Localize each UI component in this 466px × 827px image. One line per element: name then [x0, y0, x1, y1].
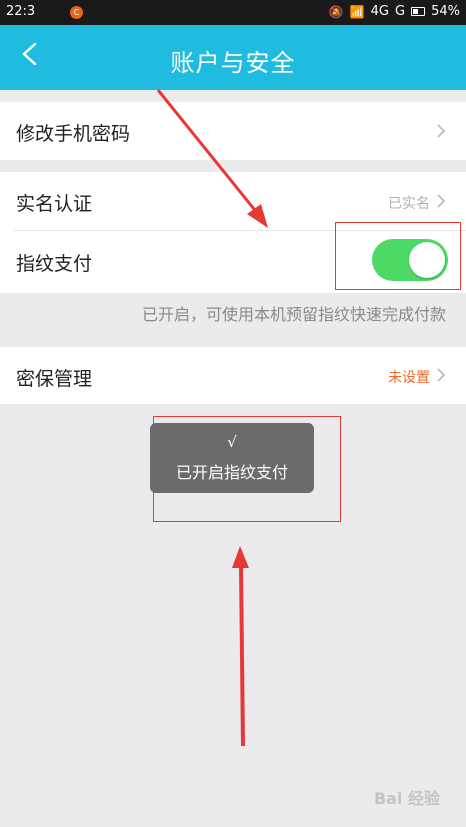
chevron-right-icon: [437, 368, 446, 382]
wifi-icon: 📶: [349, 4, 365, 19]
network-label-4g: 4G: [370, 4, 390, 19]
chevron-right-icon: [437, 194, 446, 208]
battery-level: 54%: [431, 4, 460, 19]
security-question-label: 密保管理: [16, 368, 93, 390]
highlight-box-toggle: [335, 222, 461, 290]
security-question-status: 未设置: [388, 370, 430, 386]
page-title: 账户与安全: [170, 49, 296, 77]
change-password-row[interactable]: 修改手机密码: [0, 102, 466, 160]
status-icons: 🔕 📶 4G G 54%: [329, 4, 460, 19]
status-bar: 22:3 C 🔕 📶 4G G 54%: [0, 0, 466, 25]
realname-label: 实名认证: [16, 193, 93, 215]
app-notification-icon: C: [70, 6, 83, 19]
highlight-box-toast: [153, 416, 341, 522]
realname-status: 已实名: [388, 196, 430, 212]
arrow-line-lower: [239, 564, 245, 747]
arrow-head-lower: [232, 546, 249, 568]
change-password-label: 修改手机密码: [16, 123, 131, 145]
header-bar: 账户与安全: [0, 25, 466, 90]
battery-icon: [411, 7, 426, 16]
network-label-g: G: [395, 4, 406, 19]
watermark-logo: Bai 经验: [373, 789, 440, 808]
chevron-right-icon: [437, 124, 446, 138]
fingerprint-label: 指纹支付: [16, 253, 93, 275]
status-time: 22:3: [6, 4, 36, 19]
security-question-row[interactable]: 密保管理 未设置: [0, 347, 466, 404]
fingerprint-hint: 已开启，可使用本机预留指纹快速完成付款: [141, 305, 446, 324]
mute-icon: 🔕: [328, 4, 344, 19]
